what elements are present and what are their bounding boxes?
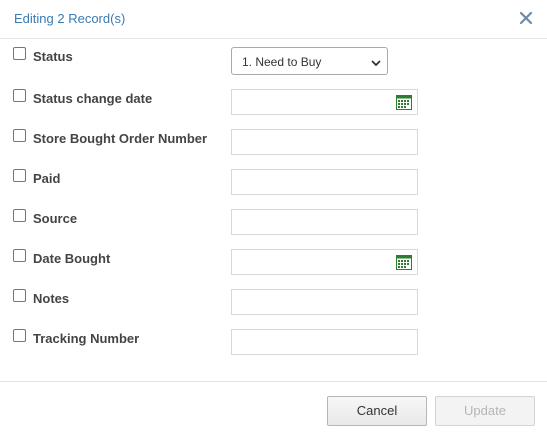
notes-input[interactable] <box>231 289 418 315</box>
source-label: Source <box>33 211 78 226</box>
field-row-status-change-date: Status change date <box>0 89 547 117</box>
source-checkbox[interactable] <box>13 209 26 222</box>
field-row-notes: Notes <box>0 289 547 317</box>
status-change-date-input[interactable] <box>231 89 418 115</box>
field-row-paid: Paid <box>0 169 547 197</box>
store-bought-order-number-input[interactable] <box>231 129 418 155</box>
status-label: Status <box>33 49 73 64</box>
dialog-footer: Cancel Update <box>0 381 547 434</box>
field-row-source: Source <box>0 209 547 237</box>
store-bought-order-number-checkbox[interactable] <box>13 129 26 142</box>
edit-records-dialog: Editing 2 Record(s) Status 1. Need to Bu… <box>0 0 547 434</box>
notes-checkbox[interactable] <box>13 289 26 302</box>
source-input[interactable] <box>231 209 418 235</box>
calendar-icon[interactable] <box>396 254 412 270</box>
store-bought-order-number-label: Store Bought Order Number <box>33 131 208 146</box>
status-select[interactable]: 1. Need to Buy <box>231 47 388 75</box>
notes-label: Notes <box>33 291 70 306</box>
status-checkbox[interactable] <box>13 47 26 60</box>
paid-label: Paid <box>33 171 61 186</box>
status-select-value: 1. Need to Buy <box>242 55 322 69</box>
tracking-number-label: Tracking Number <box>33 331 140 346</box>
status-change-date-label: Status change date <box>33 91 153 106</box>
field-row-status: Status 1. Need to Buy <box>0 47 547 75</box>
cancel-button[interactable]: Cancel <box>327 396 427 426</box>
calendar-icon[interactable] <box>396 94 412 110</box>
tracking-number-input[interactable] <box>231 329 418 355</box>
chevron-down-icon <box>371 57 381 67</box>
status-change-date-checkbox[interactable] <box>13 89 26 102</box>
paid-checkbox[interactable] <box>13 169 26 182</box>
field-row-date-bought: Date Bought <box>0 249 547 277</box>
date-bought-checkbox[interactable] <box>13 249 26 262</box>
date-bought-input[interactable] <box>231 249 418 275</box>
date-bought-label: Date Bought <box>33 251 111 266</box>
paid-input[interactable] <box>231 169 418 195</box>
dialog-title: Editing 2 Record(s) <box>14 11 126 26</box>
field-row-store-bought-order-number: Store Bought Order Number <box>0 129 547 157</box>
dialog-header: Editing 2 Record(s) <box>0 0 547 39</box>
field-row-tracking-number: Tracking Number <box>0 329 547 357</box>
update-button[interactable]: Update <box>435 396 535 426</box>
tracking-number-checkbox[interactable] <box>13 329 26 342</box>
close-icon[interactable] <box>517 9 535 27</box>
